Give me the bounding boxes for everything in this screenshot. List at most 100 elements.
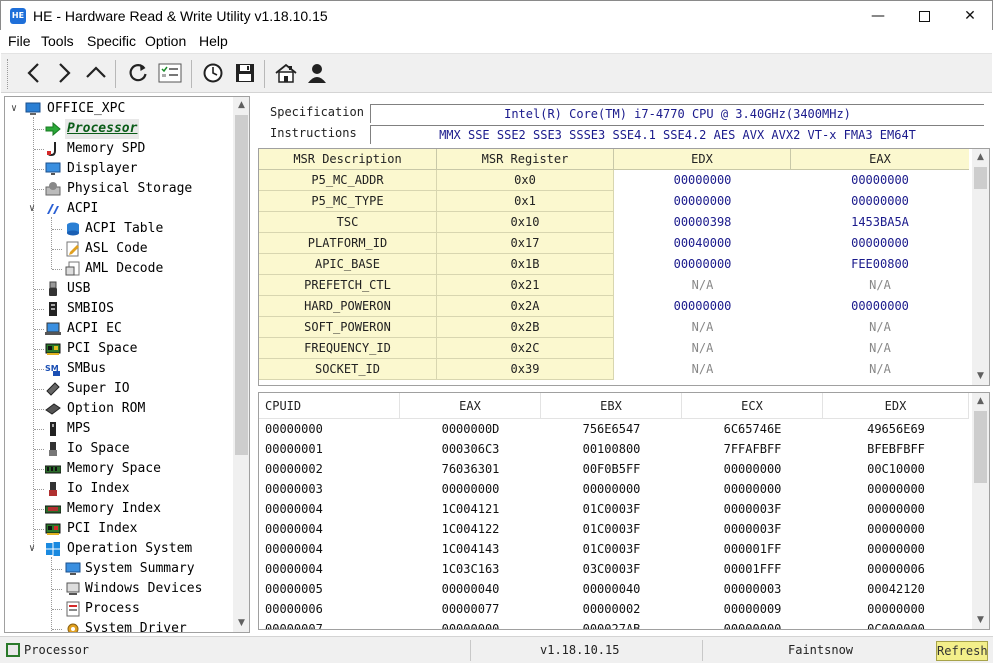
tree-item-aml-decode[interactable]: AML Decode — [5, 259, 235, 279]
cpuid-cell[interactable]: 76036301 — [400, 459, 541, 479]
checklist-button[interactable] — [157, 60, 183, 86]
tree-item-io-index[interactable]: Io Index — [5, 479, 235, 499]
cpuid-header-ebx[interactable]: EBX — [541, 393, 682, 419]
collapse-icon[interactable]: ∨ — [11, 104, 20, 114]
tree-item-system-summary[interactable]: System Summary — [5, 559, 235, 579]
minimize-button[interactable]: — — [855, 1, 901, 31]
tree-item-usb[interactable]: USB — [5, 279, 235, 299]
cpuid-cell[interactable]: 7FFAFBFF — [682, 439, 823, 459]
msr-cell[interactable]: PREFETCH_CTL — [259, 275, 437, 296]
msr-cell[interactable]: N/A — [791, 317, 969, 338]
cpuid-cell[interactable]: 00000004 — [265, 499, 400, 519]
tree-item-option-rom[interactable]: Option ROM — [5, 399, 235, 419]
cpuid-cell[interactable]: 756E6547 — [541, 419, 682, 439]
cpuid-cell[interactable]: 00000006 — [823, 559, 969, 579]
collapse-icon[interactable]: ∨ — [29, 544, 38, 554]
cpuid-cell[interactable]: 00000040 — [541, 579, 682, 599]
msr-cell[interactable]: N/A — [614, 359, 791, 380]
msr-cell[interactable]: 1453BA5A — [791, 212, 969, 233]
cpuid-cell[interactable]: 00000000 — [823, 599, 969, 619]
cpuid-cell[interactable]: 00000000 — [682, 619, 823, 629]
tree-item-displayer[interactable]: Displayer — [5, 159, 235, 179]
cpuid-cell[interactable]: 49656E69 — [823, 419, 969, 439]
msr-cell[interactable]: 0x0 — [437, 170, 614, 191]
tree-item-acpi-ec[interactable]: ACPI EC — [5, 319, 235, 339]
scroll-down-icon[interactable]: ▼ — [972, 368, 989, 385]
cpuid-cell[interactable]: 01C0003F — [541, 519, 682, 539]
msr-cell[interactable]: 0x2B — [437, 317, 614, 338]
cpuid-cell[interactable]: 00000077 — [400, 599, 541, 619]
cpuid-cell[interactable]: 00000006 — [265, 599, 400, 619]
tree-scrollbar[interactable]: ▲ ▼ — [233, 97, 249, 632]
cpuid-cell[interactable]: 1C03C163 — [400, 559, 541, 579]
menu-file[interactable]: File — [8, 33, 31, 49]
msr-cell[interactable]: N/A — [614, 317, 791, 338]
cpuid-cell[interactable]: 00000003 — [265, 479, 400, 499]
cpuid-cell[interactable]: 00042120 — [823, 579, 969, 599]
msr-cell[interactable]: SOCKET_ID — [259, 359, 437, 380]
cpuid-cell[interactable]: 00000001 — [265, 439, 400, 459]
cpuid-header-cpuid[interactable]: CPUID — [259, 393, 400, 419]
msr-cell[interactable]: 0x2C — [437, 338, 614, 359]
tree-item-system-driver[interactable]: System Driver — [5, 619, 235, 632]
cpuid-cell[interactable]: 00000004 — [265, 519, 400, 539]
msr-cell[interactable]: 00000398 — [614, 212, 791, 233]
msr-cell[interactable]: 00000000 — [614, 296, 791, 317]
msr-cell[interactable]: 0x39 — [437, 359, 614, 380]
msr-header-description[interactable]: MSR Description — [259, 149, 437, 170]
msr-cell[interactable]: 0x10 — [437, 212, 614, 233]
menu-help[interactable]: Help — [199, 33, 228, 49]
scroll-down-icon[interactable]: ▼ — [972, 612, 989, 629]
cpuid-cell[interactable]: 000306C3 — [400, 439, 541, 459]
instructions-field[interactable]: MMX SSE SSE2 SSE3 SSSE3 SSE4.1 SSE4.2 AE… — [370, 125, 984, 144]
msr-header-register[interactable]: MSR Register — [437, 149, 614, 170]
msr-cell[interactable]: 00000000 — [791, 170, 969, 191]
msr-cell[interactable]: 0x1B — [437, 254, 614, 275]
cpuid-cell[interactable]: 00F0B5FF — [541, 459, 682, 479]
cpuid-cell[interactable]: 0000003F — [682, 519, 823, 539]
cpuid-cell[interactable]: BFEBFBFF — [823, 439, 969, 459]
up-button[interactable] — [83, 60, 109, 86]
msr-cell[interactable]: 00000000 — [791, 233, 969, 254]
cpuid-cell[interactable]: 00100800 — [541, 439, 682, 459]
msr-cell[interactable]: 00000000 — [791, 296, 969, 317]
cpuid-cell[interactable]: 00000004 — [265, 539, 400, 559]
cpuid-cell[interactable]: 00000000 — [682, 479, 823, 499]
cpuid-scrollbar[interactable]: ▲ ▼ — [972, 393, 989, 629]
home-button[interactable] — [273, 60, 299, 86]
tree-item-acpi-table[interactable]: ACPI Table — [5, 219, 235, 239]
msr-cell[interactable]: N/A — [614, 338, 791, 359]
cpuid-cell[interactable]: 00000003 — [682, 579, 823, 599]
scroll-up-icon[interactable]: ▲ — [972, 149, 989, 166]
tree-item-asl-code[interactable]: ASL Code — [5, 239, 235, 259]
cpuid-cell[interactable]: 03C0003F — [541, 559, 682, 579]
tree-item-acpi[interactable]: ∨ ACPI — [5, 199, 235, 219]
cpuid-cell[interactable]: 00000000 — [823, 519, 969, 539]
msr-scroll-thumb[interactable] — [974, 167, 987, 189]
refresh-button[interactable]: Refresh — [936, 641, 988, 661]
msr-cell[interactable]: PLATFORM_ID — [259, 233, 437, 254]
specification-field[interactable]: Intel(R) Core(TM) i7-4770 CPU @ 3.40GHz(… — [370, 104, 984, 123]
cpuid-cell[interactable]: 0C000000 — [823, 619, 969, 629]
cpuid-cell[interactable]: 0000000D — [400, 419, 541, 439]
msr-cell[interactable]: 00000000 — [614, 170, 791, 191]
tree-item-smbios[interactable]: SMBIOS — [5, 299, 235, 319]
back-button[interactable] — [21, 60, 47, 86]
maximize-button[interactable] — [901, 1, 947, 31]
cpuid-cell[interactable]: 00000007 — [265, 619, 400, 629]
menu-specific[interactable]: Specific — [87, 33, 136, 49]
cpuid-table[interactable]: CPUID EAX EBX ECX EDX 00000000 0000000D 75… — [258, 392, 990, 630]
msr-cell[interactable]: 0x17 — [437, 233, 614, 254]
cpuid-cell[interactable]: 1C004122 — [400, 519, 541, 539]
cpuid-header-eax[interactable]: EAX — [400, 393, 541, 419]
collapse-icon[interactable]: ∨ — [29, 204, 38, 214]
tree-item-pci-space[interactable]: PCI Space — [5, 339, 235, 359]
msr-cell[interactable]: N/A — [791, 275, 969, 296]
msr-scrollbar[interactable]: ▲ ▼ — [972, 149, 989, 385]
tree-item-super-io[interactable]: Super IO — [5, 379, 235, 399]
msr-cell[interactable]: N/A — [791, 359, 969, 380]
cpuid-cell[interactable]: 1C004121 — [400, 499, 541, 519]
cpuid-header-edx[interactable]: EDX — [823, 393, 969, 419]
forward-button[interactable] — [51, 60, 77, 86]
close-button[interactable]: ✕ — [947, 1, 993, 31]
